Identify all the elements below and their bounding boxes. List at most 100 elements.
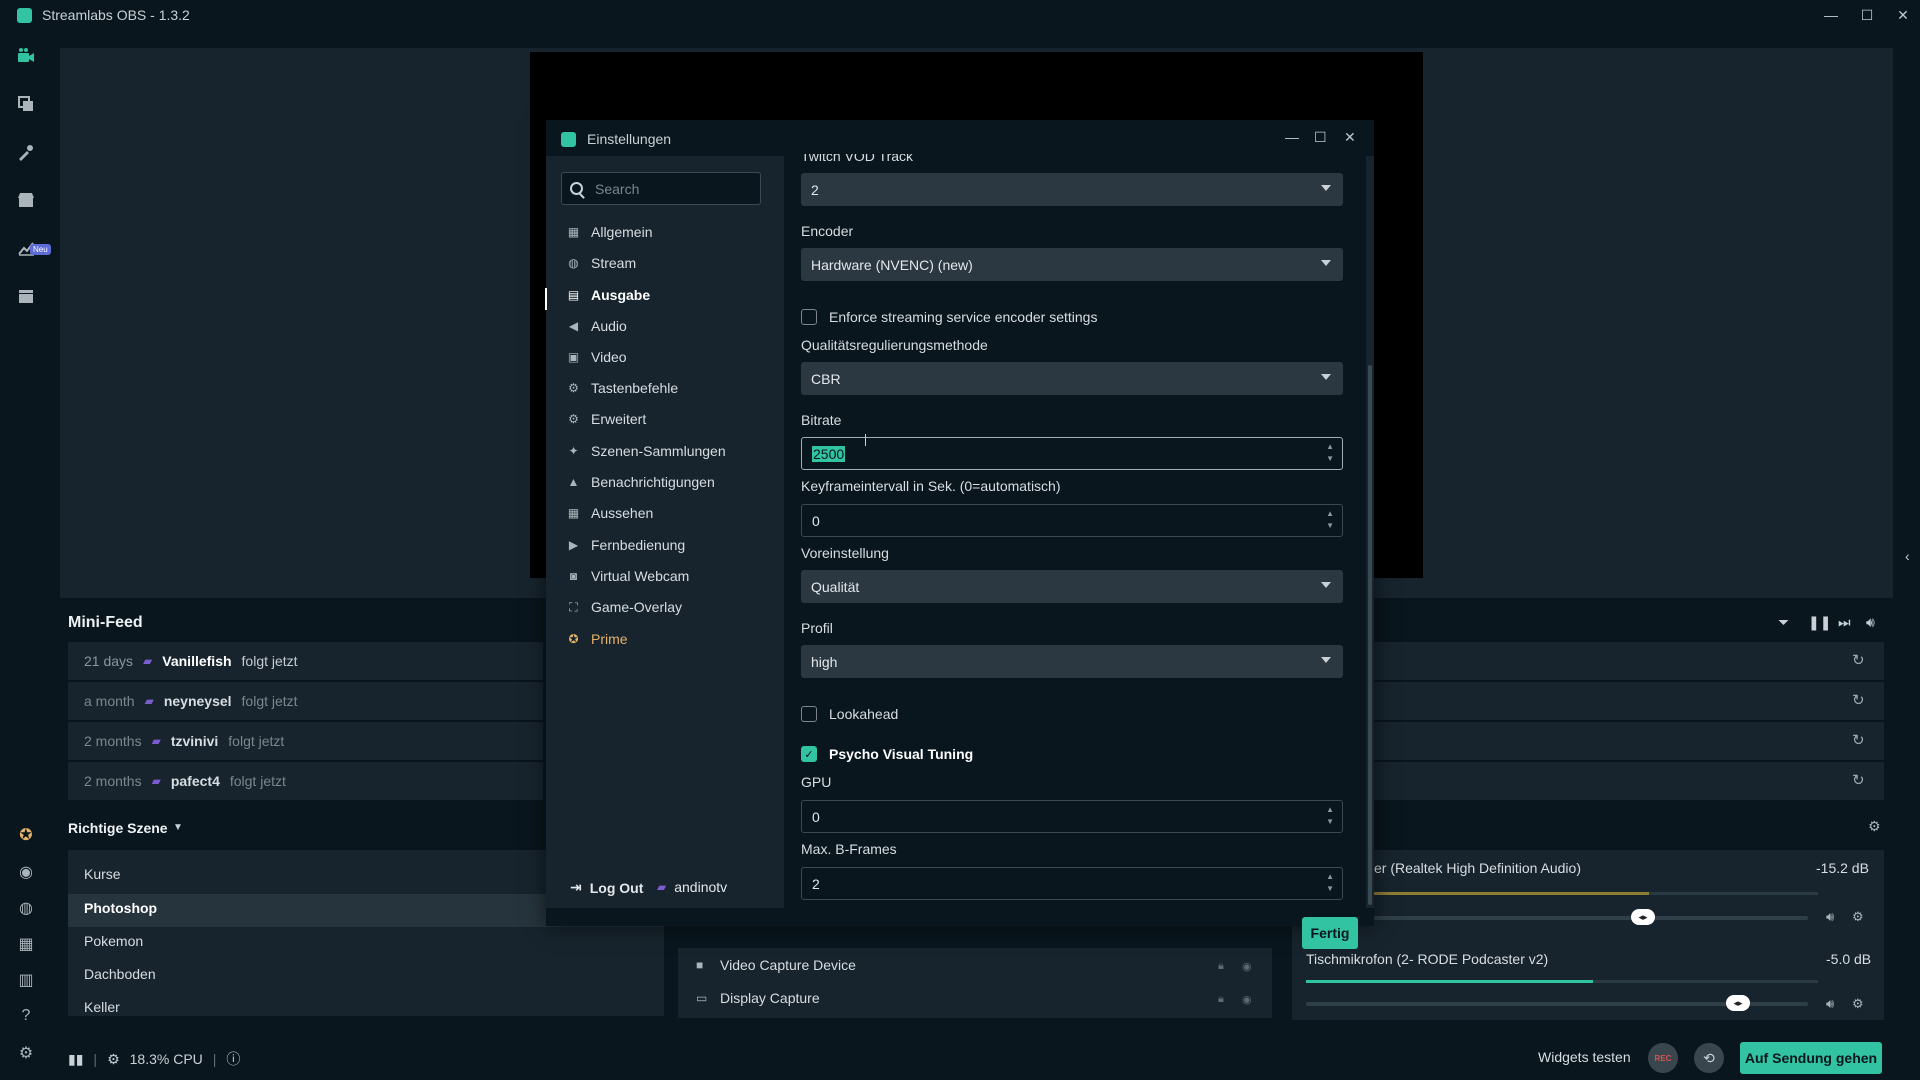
- lookahead-checkbox[interactable]: Lookahead: [801, 706, 898, 722]
- info-icon[interactable]: ⓘ: [226, 1049, 240, 1069]
- settings-nav-virtual-webcam[interactable]: ◙ Virtual Webcam: [566, 568, 689, 584]
- lock-icon[interactable]: 🔒︎: [1218, 993, 1224, 1006]
- settings-nav-stream[interactable]: ◍ Stream: [566, 255, 636, 271]
- eye-icon[interactable]: ◉: [1242, 993, 1252, 1006]
- dialog-minimize-button[interactable]: —: [1285, 129, 1299, 145]
- logout-button[interactable]: ⇥ Log Out: [570, 879, 643, 896]
- max-bframes-input[interactable]: 2 ▲ ▼: [801, 867, 1343, 900]
- volume-slider-knob[interactable]: ◂▸: [1631, 909, 1655, 925]
- bar-chart-icon[interactable]: ▮▮: [68, 1051, 83, 1068]
- search-input[interactable]: [595, 180, 755, 197]
- profile-select[interactable]: high: [801, 645, 1343, 678]
- highlighter-clapper-icon[interactable]: [16, 286, 36, 306]
- psycho-visual-tuning-checkbox[interactable]: ✓ Psycho Visual Tuning: [801, 746, 973, 762]
- feed-row: 2 months ▰ pafect4 folgt jetzt: [68, 762, 543, 800]
- spinner-arrows-icon[interactable]: ▲ ▼: [1326, 441, 1334, 465]
- settings-nav-allgemein[interactable]: ▦ Allgemein: [566, 224, 653, 240]
- replay-buffer-icon[interactable]: ⟲: [1694, 1043, 1724, 1073]
- help-icon[interactable]: ?: [16, 1006, 36, 1026]
- spinner-arrows-icon[interactable]: ▲ ▼: [1326, 871, 1334, 895]
- spinner-arrows-icon[interactable]: ▲ ▼: [1326, 508, 1334, 532]
- dialog-close-button[interactable]: ✕: [1344, 129, 1356, 146]
- settings-nav-tastenbefehle[interactable]: ⚙ Tastenbefehle: [566, 380, 678, 396]
- dashboard-grid-icon[interactable]: ▦: [16, 934, 36, 954]
- gpu-input[interactable]: 0 ▲ ▼: [801, 800, 1343, 833]
- store-icon[interactable]: [16, 190, 36, 210]
- mixer-settings-gear-icon[interactable]: ⚙: [1868, 818, 1881, 835]
- enforce-encoder-settings-checkbox[interactable]: Enforce streaming service encoder settin…: [801, 309, 1097, 325]
- lock-icon[interactable]: 🔒︎: [1218, 960, 1224, 973]
- speaker-icon[interactable]: 🔊︎: [1826, 996, 1834, 1012]
- settings-nav-ausgabe[interactable]: ▤ Ausgabe: [566, 287, 650, 303]
- repeat-alert-icon[interactable]: ↻: [1852, 691, 1865, 709]
- chevron-left-icon[interactable]: ‹: [1905, 548, 1910, 564]
- widgets-test-button[interactable]: Widgets testen: [1538, 1049, 1631, 1065]
- rate-control-select[interactable]: CBR: [801, 362, 1343, 395]
- chat-bubble-icon[interactable]: ◍: [16, 898, 36, 918]
- encoder-select[interactable]: Hardware (NVENC) (new): [801, 248, 1343, 281]
- settings-gear-icon[interactable]: ⚙: [16, 1043, 36, 1063]
- input-value: 0: [812, 512, 820, 529]
- speaker-icon[interactable]: 🔊︎: [1826, 909, 1834, 925]
- caret-down-icon[interactable]: ▼: [173, 822, 183, 833]
- play-circle-icon[interactable]: ◉: [16, 862, 36, 882]
- dialog-maximize-button[interactable]: ☐: [1314, 129, 1327, 146]
- go-live-button[interactable]: Auf Sendung gehen: [1740, 1042, 1882, 1074]
- bitrate-input[interactable]: 2500 ▲ ▼: [801, 437, 1343, 470]
- speaker-icon: ◀: [568, 319, 579, 333]
- close-button[interactable]: ✕: [1896, 7, 1910, 24]
- settings-nav-szenen-sammlungen[interactable]: ✦ Szenen-Sammlungen: [566, 443, 725, 459]
- scene-collection-title[interactable]: Richtige Szene: [68, 820, 168, 836]
- select-value: Hardware (NVENC) (new): [811, 256, 973, 273]
- scrollbar-thumb[interactable]: [1368, 365, 1372, 905]
- settings-nav-game-overlay[interactable]: ⛶ Game-Overlay: [566, 599, 682, 615]
- done-button[interactable]: Fertig: [1302, 917, 1358, 949]
- encoder-label: Encoder: [801, 223, 854, 239]
- settings-nav-prime[interactable]: ✪ Prime: [566, 631, 627, 647]
- spinner-arrows-icon[interactable]: ▲ ▼: [1326, 804, 1334, 828]
- channel-settings-gear-icon[interactable]: ⚙: [1852, 996, 1864, 1012]
- record-button[interactable]: REC: [1648, 1043, 1678, 1073]
- maximize-button[interactable]: ☐: [1860, 7, 1874, 24]
- repeat-alert-icon[interactable]: ↻: [1852, 651, 1865, 669]
- settings-search[interactable]: [561, 172, 761, 205]
- minimize-button[interactable]: —: [1824, 7, 1838, 23]
- keyframe-interval-input[interactable]: 0 ▲ ▼: [801, 504, 1343, 537]
- checkmark-icon[interactable]: ✓: [801, 746, 817, 762]
- filter-icon[interactable]: ⏷: [1778, 614, 1789, 631]
- checkbox-box[interactable]: [801, 706, 817, 722]
- repeat-alert-icon[interactable]: ↻: [1852, 771, 1865, 789]
- checkbox-box[interactable]: [801, 309, 817, 325]
- scene-item[interactable]: Dachboden: [84, 966, 156, 982]
- skip-icon[interactable]: ⏭: [1838, 614, 1851, 631]
- editor-tools-icon[interactable]: [16, 142, 36, 162]
- studio-camera-icon[interactable]: [16, 46, 36, 66]
- volume-icon[interactable]: 🔊︎: [1866, 614, 1875, 631]
- scene-item[interactable]: Keller: [84, 999, 120, 1015]
- themes-icon[interactable]: [16, 94, 36, 114]
- settings-nav-audio[interactable]: ◀ Audio: [566, 318, 627, 334]
- twitch-vod-track-select[interactable]: 2: [801, 173, 1343, 206]
- settings-nav-aussehen[interactable]: ▦ Aussehen: [566, 505, 653, 521]
- mixer-channel-name: er (Realtek High Definition Audio): [1374, 860, 1581, 876]
- settings-nav-fernbedienung[interactable]: ▶ Fernbedienung: [566, 537, 685, 553]
- source-item[interactable]: ▭ Display Capture: [696, 990, 820, 1006]
- repeat-alert-icon[interactable]: ↻: [1852, 731, 1865, 749]
- preset-select[interactable]: Qualität: [801, 570, 1343, 603]
- channel-settings-gear-icon[interactable]: ⚙: [1852, 909, 1864, 925]
- feed-action: folgt jetzt: [228, 733, 285, 749]
- scene-item-selected[interactable]: Photoshop: [84, 900, 157, 916]
- scene-item[interactable]: Pokemon: [84, 933, 143, 949]
- settings-nav-benachrichtigungen[interactable]: ▲ Benachrichtigungen: [566, 474, 715, 490]
- window-controls: — ☐ ✕: [1824, 0, 1910, 30]
- scene-item[interactable]: Kurse: [84, 866, 121, 882]
- pause-icon[interactable]: ❚❚: [1808, 614, 1831, 631]
- volume-slider[interactable]: [1374, 916, 1808, 920]
- source-item[interactable]: ■ Video Capture Device: [696, 957, 856, 973]
- eye-icon[interactable]: ◉: [1242, 960, 1252, 973]
- volume-slider-knob[interactable]: ◂▸: [1726, 995, 1750, 1011]
- settings-nav-video[interactable]: ▣ Video: [566, 349, 627, 365]
- settings-nav-erweitert[interactable]: ⚙ Erweitert: [566, 411, 646, 427]
- layout-columns-icon[interactable]: ▥: [16, 970, 36, 990]
- prime-icon[interactable]: ✪: [16, 825, 36, 845]
